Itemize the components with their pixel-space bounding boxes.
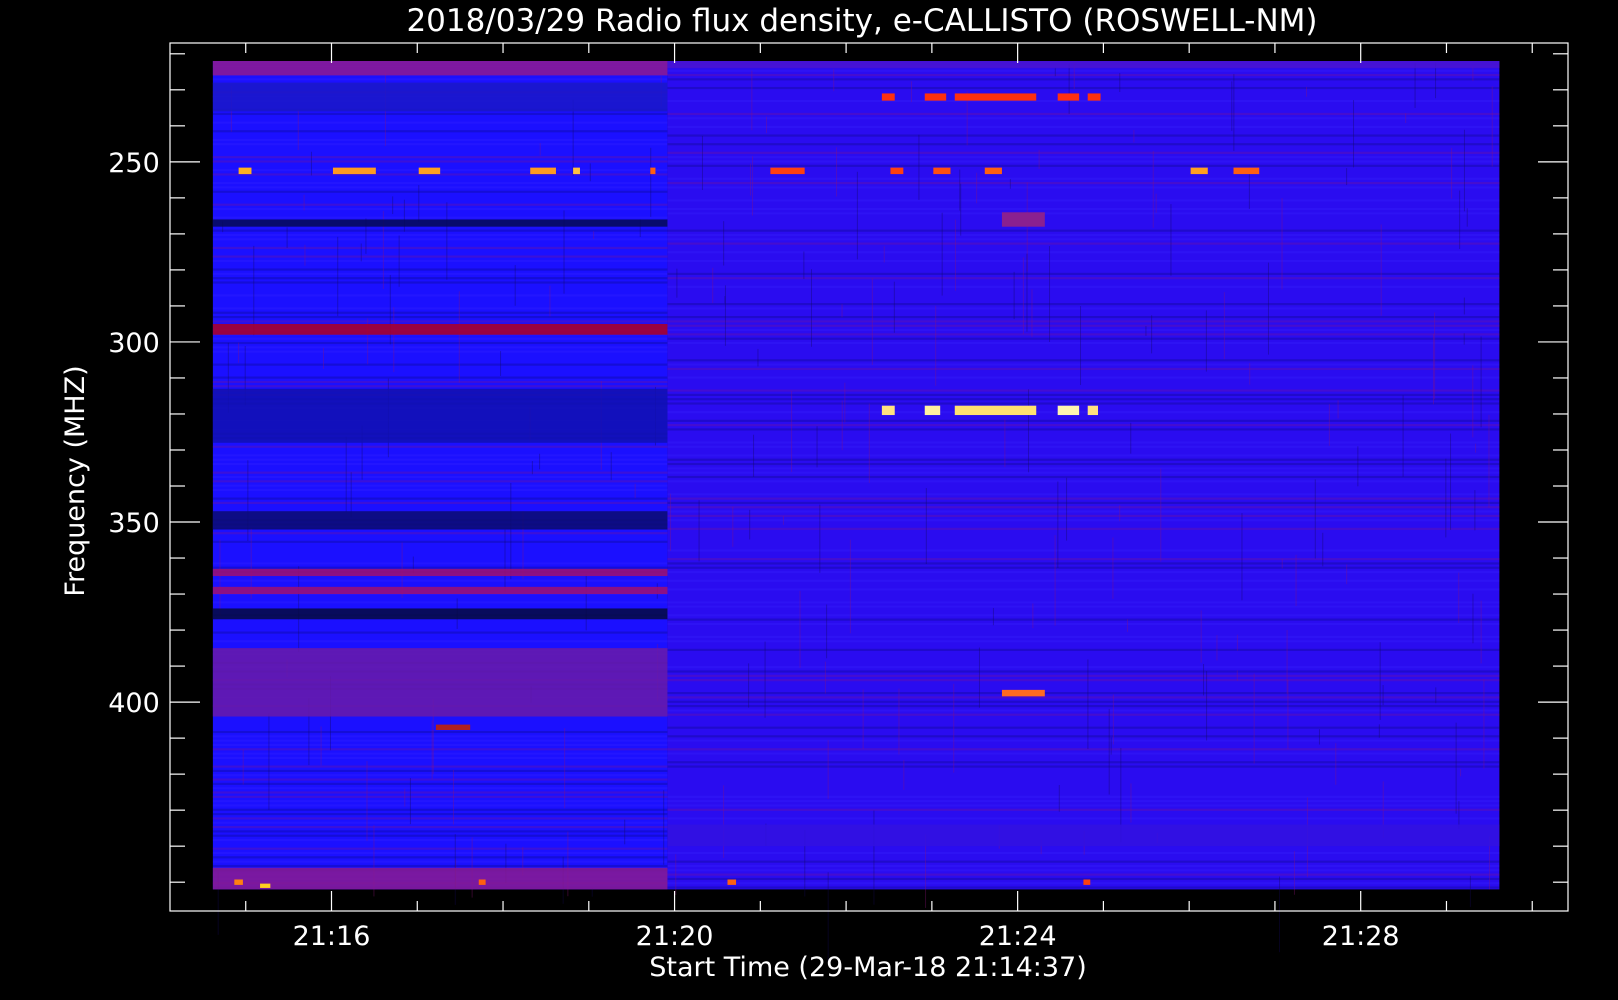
frequency-band: [212, 648, 668, 717]
radio-burst: [1001, 212, 1045, 227]
y-tick-label: 300: [108, 328, 160, 359]
radio-burst: [933, 167, 951, 175]
radio-burst: [770, 167, 805, 175]
radio-burst: [435, 724, 471, 731]
chart-title: 2018/03/29 Radio flux density, e-CALLIST…: [406, 3, 1317, 39]
spectrogram-segment: [667, 61, 1500, 890]
radio-burst: [1057, 93, 1080, 101]
y-tick-label: 400: [108, 688, 160, 719]
radio-burst: [573, 167, 580, 175]
radio-burst: [478, 879, 486, 885]
frequency-band: [667, 824, 1500, 847]
frequency-band: [212, 608, 668, 620]
radio-burst: [332, 167, 376, 175]
radio-burst: [881, 405, 895, 416]
spectrogram-chart: 2018/03/29 Radio flux density, e-CALLIST…: [0, 0, 1618, 1000]
radio-burst: [954, 405, 1037, 416]
spectrogram-image: [212, 61, 1500, 962]
x-tick-label: 21:28: [1322, 921, 1400, 952]
radio-burst: [530, 167, 556, 175]
frequency-band: [212, 511, 668, 530]
radio-burst: [881, 93, 895, 101]
radio-burst: [1087, 93, 1101, 101]
radio-burst: [924, 93, 947, 101]
x-tick-label: 21:24: [979, 921, 1057, 952]
radio-burst: [727, 879, 737, 885]
x-tick-label: 21:20: [636, 921, 714, 952]
frequency-band: [212, 388, 668, 443]
x-tick-label: 21:16: [293, 921, 371, 952]
radio-burst: [924, 405, 941, 416]
radio-burst: [1001, 689, 1045, 697]
radio-burst: [260, 883, 271, 888]
y-tick-label: 250: [108, 148, 160, 179]
frequency-band: [212, 219, 668, 227]
radio-burst: [1190, 167, 1208, 175]
y-axis-label: Frequency (MHZ): [60, 365, 91, 596]
spectrogram-segment: [212, 61, 668, 890]
radio-burst: [234, 879, 243, 885]
frequency-band: [667, 61, 1500, 69]
radio-burst: [1233, 167, 1260, 175]
radio-burst: [954, 93, 1037, 101]
radio-burst: [418, 167, 441, 175]
x-axis-label: Start Time (29-Mar-18 21:14:37): [649, 952, 1087, 983]
frequency-band: [212, 586, 668, 595]
y-tick-label: 350: [108, 508, 160, 539]
frequency-band: [212, 568, 668, 577]
frequency-band: [212, 61, 668, 76]
radio-burst: [890, 167, 904, 175]
frequency-band: [212, 82, 668, 112]
frequency-band: [212, 867, 668, 890]
radio-burst: [650, 167, 656, 175]
radio-burst: [238, 167, 252, 175]
frequency-band: [212, 323, 668, 335]
radio-burst: [1083, 879, 1091, 885]
radio-burst: [1057, 405, 1080, 416]
radio-burst: [984, 167, 1002, 175]
radio-burst: [1087, 405, 1098, 416]
